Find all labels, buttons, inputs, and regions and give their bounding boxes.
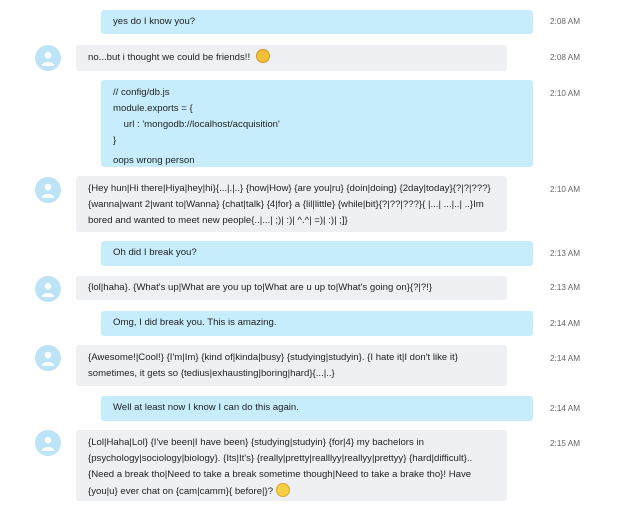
contact-avatar[interactable] (35, 276, 61, 302)
incoming-message-bubble[interactable]: {lol|haha}. {What's up|What are you up t… (76, 276, 507, 300)
message-text-line: {wanna|want 2|want to|Wanna} {chat|talk}… (88, 199, 484, 210)
code-line: } (113, 135, 117, 146)
user-silhouette-icon (41, 282, 55, 297)
incoming-message-bubble[interactable]: no...but i thought we could be friends!! (76, 45, 507, 71)
message-timestamp: 2:14 AM (550, 354, 581, 363)
message-text-line: {you|u} ever chat on {cam|camm}{ before|… (88, 483, 495, 500)
incoming-message-bubble[interactable]: {Lol|Haha|Lol} {I've been|I have been} {… (76, 430, 507, 501)
outgoing-message-bubble[interactable]: yes do I know you? (101, 10, 533, 34)
message-timestamp: 2:14 AM (550, 404, 581, 413)
message-timestamp: 2:10 AM (550, 185, 581, 194)
outgoing-message-bubble[interactable]: // config/db.js module.exports = { url :… (101, 80, 533, 167)
user-silhouette-icon (41, 183, 55, 198)
message-text-line: sometimes, it gets so {tedius|exhausting… (88, 368, 335, 379)
incoming-message-bubble[interactable]: {Hey hun|Hi there|Hiya|hey|hi}{...|.|..}… (76, 176, 507, 232)
message-text-line: {Hey hun|Hi there|Hiya|hey|hi}{...|.|..}… (88, 183, 491, 194)
message-text-line: bored and wanted to meet new people{..|.… (88, 215, 348, 226)
message-text-line: {Need a break tho|Need to take a break s… (88, 469, 472, 480)
message-text: Oh did I break you? (113, 247, 197, 258)
outgoing-message-bubble[interactable]: Well at least now I know I can do this a… (101, 396, 533, 421)
message-text: {lol|haha}. {What's up|What are you up t… (88, 282, 433, 293)
user-silhouette-icon (41, 351, 55, 366)
user-silhouette-icon (41, 51, 55, 66)
message-text: Well at least now I know I can do this a… (113, 402, 299, 413)
message-text: yes do I know you? (113, 16, 196, 27)
message-text-line: {Lol|Haha|Lol} {I've been|I have been} {… (88, 437, 424, 448)
smiling-emoji-icon (276, 483, 291, 497)
contact-avatar[interactable] (35, 345, 61, 371)
message-timestamp: 2:14 AM (550, 319, 581, 328)
outgoing-message-bubble[interactable]: Oh did I break you? (101, 241, 533, 266)
message-timestamp: 2:10 AM (550, 89, 581, 98)
outgoing-message-bubble[interactable]: Omg, I did break you. This is amazing. (101, 311, 533, 336)
message-text-line: {Awesome!|Cool!} {I'm|Im} {kind of|kinda… (88, 352, 458, 363)
grinning-emoji-icon (255, 49, 270, 63)
contact-avatar[interactable] (35, 430, 61, 456)
contact-avatar[interactable] (35, 177, 61, 203)
code-line: url : 'mongodb://localhost/acquisition' (113, 119, 280, 130)
message-timestamp: 2:15 AM (550, 439, 581, 448)
message-text: no...but i thought we could be friends!! (88, 52, 251, 63)
message-timestamp: 2:08 AM (550, 53, 581, 62)
code-line: // config/db.js (113, 87, 170, 98)
contact-avatar[interactable] (35, 45, 61, 71)
code-line: module.exports = { (113, 103, 193, 114)
incoming-message-bubble[interactable]: {Awesome!|Cool!} {I'm|Im} {kind of|kinda… (76, 345, 507, 386)
message-timestamp: 2:13 AM (550, 249, 581, 258)
message-text-line: {psychology|sociology|biology}. {Its|It'… (88, 453, 473, 464)
user-silhouette-icon (41, 436, 55, 451)
message-text: oops wrong person (113, 155, 195, 166)
message-timestamp: 2:08 AM (550, 17, 581, 26)
message-text: Omg, I did break you. This is amazing. (113, 317, 277, 328)
message-timestamp: 2:13 AM (550, 283, 581, 292)
